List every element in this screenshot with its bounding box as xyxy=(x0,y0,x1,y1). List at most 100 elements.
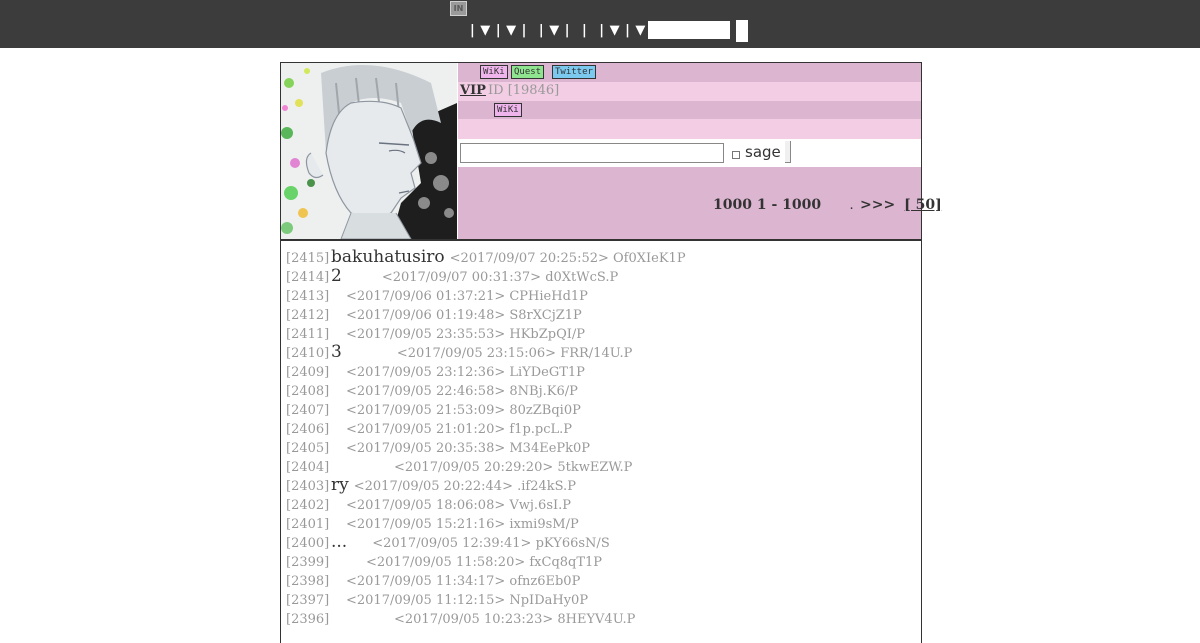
post-number[interactable]: [2407] xyxy=(286,403,331,418)
top-search-button[interactable] xyxy=(736,20,748,42)
nav-dropdown-icon[interactable]: ▼ xyxy=(480,20,490,42)
post-meta: <2017/09/05 11:58:20> fxCq8qT1P xyxy=(366,555,603,570)
post-number[interactable]: [2409] xyxy=(286,365,331,380)
top-search-input[interactable] xyxy=(648,21,730,39)
post-row: [2407] <2017/09/05 21:53:09> 80zZBqi0P xyxy=(286,399,916,418)
post-number[interactable]: [2402] xyxy=(286,498,331,513)
post-meta: <2017/09/05 23:35:53> HKbZpQI/P xyxy=(346,327,586,342)
header-row-spacer xyxy=(458,119,921,139)
post-meta: <2017/09/05 20:22:44> .if24kS.P xyxy=(353,479,576,494)
post-number[interactable]: [2398] xyxy=(286,574,331,589)
post-title[interactable]: bakuhatusiro xyxy=(331,247,445,267)
post-meta: <2017/09/05 11:34:17> ofnz6Eb0P xyxy=(346,574,581,589)
post-title[interactable]: ... xyxy=(331,532,347,552)
wiki-link-badge[interactable]: WiKi xyxy=(480,65,508,79)
last-page-link[interactable]: [ 50] xyxy=(904,197,942,213)
post-number[interactable]: [2413] xyxy=(286,289,331,304)
post-meta: <2017/09/05 23:12:36> LiYDeGT1P xyxy=(346,365,585,380)
header-row-wiki: WiKi xyxy=(458,101,921,119)
post-row: [2410] 3 <2017/09/05 23:15:06> FRR/14U.P xyxy=(286,342,916,362)
post-count: 1000 1 - 1000 xyxy=(713,197,822,213)
post-number[interactable]: [2415] xyxy=(286,251,331,266)
post-title[interactable]: ry xyxy=(331,475,349,495)
post-meta: <2017/09/05 12:39:41> pKY66sN/S xyxy=(372,536,610,551)
post-row: [2396] <2017/09/05 10:23:23> 8HEYV4U.P xyxy=(286,608,916,627)
avatar-image xyxy=(281,63,457,239)
post-meta: <2017/09/05 20:35:38> M34EePk0P xyxy=(346,441,591,456)
post-row: [2402] <2017/09/05 18:06:08> Vwj.6sI.P xyxy=(286,494,916,513)
sage-checkbox[interactable] xyxy=(732,151,740,159)
post-title[interactable]: 2 xyxy=(331,266,342,286)
nav-dropdown-icon[interactable]: ▼ xyxy=(635,20,645,42)
thread-board: WiKi Quest Twitter VIP ID [19846] WiKi s… xyxy=(280,62,942,643)
nav-dropdown-icon[interactable]: ▼ xyxy=(610,20,620,42)
board-name-link[interactable]: VIP xyxy=(460,83,486,98)
post-number[interactable]: [2414] xyxy=(286,270,331,285)
post-meta: <2017/09/05 22:46:58> 8NBj.K6/P xyxy=(346,384,578,399)
nav-separator: | xyxy=(625,23,630,38)
post-row: [2414] 2 <2017/09/07 00:31:37> d0XtWcS.P xyxy=(286,266,916,286)
post-number[interactable]: [2404] xyxy=(286,460,331,475)
post-row: [2412] <2017/09/06 01:19:48> S8rXCjZ1P xyxy=(286,304,916,323)
thread-header-info: WiKi Quest Twitter VIP ID [19846] WiKi s… xyxy=(458,63,942,239)
thread-avatar xyxy=(281,63,457,239)
submit-button[interactable] xyxy=(785,141,791,163)
post-number[interactable]: [2396] xyxy=(286,612,331,627)
pagination: . >>> [ 50] xyxy=(850,197,942,213)
post-number[interactable]: [2408] xyxy=(286,384,331,399)
next-page-link[interactable]: >>> xyxy=(860,197,895,213)
post-meta: <2017/09/05 20:29:20> 5tkwEZW.P xyxy=(394,460,633,475)
post-number[interactable]: [2412] xyxy=(286,308,331,323)
post-meta: <2017/09/05 23:15:06> FRR/14U.P xyxy=(396,346,633,361)
thread-header: WiKi Quest Twitter VIP ID [19846] WiKi s… xyxy=(281,63,942,241)
sage-label: sage xyxy=(745,143,781,161)
post-row: [2401] <2017/09/05 15:21:16> ixmi9sM/P xyxy=(286,513,916,532)
post-row: [2408] <2017/09/05 22:46:58> 8NBj.K6/P xyxy=(286,380,916,399)
post-meta: <2017/09/05 11:12:15> NpIDaHy0P xyxy=(346,593,589,608)
nav-dropdown-icon[interactable]: ▼ xyxy=(506,20,516,42)
post-row: [2400]... <2017/09/05 12:39:41> pKY66sN/S xyxy=(286,532,916,552)
nav-separator: | xyxy=(564,23,570,38)
post-meta: <2017/09/05 21:53:09> 80zZBqi0P xyxy=(346,403,581,418)
post-meta: <2017/09/07 00:31:37> d0XtWcS.P xyxy=(381,270,619,285)
pager-dot: . xyxy=(850,202,854,212)
twitter-link-badge[interactable]: Twitter xyxy=(552,65,596,79)
top-bar: IN | ▼ | ▼ | | ▼ | | | ▼ | ▼ | ▼ | xyxy=(0,0,1200,48)
post-number[interactable]: [2400] xyxy=(286,536,331,551)
post-row: [2398] <2017/09/05 11:34:17> ofnz6Eb0P xyxy=(286,570,916,589)
post-form: sage xyxy=(458,139,921,167)
post-row: [2411] <2017/09/05 23:35:53> HKbZpQI/P xyxy=(286,323,916,342)
post-number[interactable]: [2410] xyxy=(286,346,331,361)
post-row: [2409] <2017/09/05 23:12:36> LiYDeGT1P xyxy=(286,361,916,380)
post-meta: <2017/09/05 18:06:08> Vwj.6sI.P xyxy=(346,498,571,513)
nav-separator: | xyxy=(538,23,544,38)
post-row: [2397] <2017/09/05 11:12:15> NpIDaHy0P xyxy=(286,589,916,608)
post-number[interactable]: [2405] xyxy=(286,441,331,456)
site-logo-icon[interactable]: IN xyxy=(450,1,467,16)
header-row-links: WiKi Quest Twitter xyxy=(458,63,921,82)
post-title[interactable]: 3 xyxy=(331,342,342,362)
wiki-link-badge-secondary[interactable]: WiKi xyxy=(494,103,522,117)
post-meta: <2017/09/05 21:01:20> f1p.pcL.P xyxy=(346,422,573,437)
quest-link-badge[interactable]: Quest xyxy=(511,65,545,79)
header-row-pagination: 1000 1 - 1000 . >>> [ 50] xyxy=(458,167,942,239)
post-number[interactable]: [2403] xyxy=(286,479,331,494)
post-row: [2404] <2017/09/05 20:29:20> 5tkwEZW.P xyxy=(286,456,916,475)
post-row: [2415] bakuhatusiro <2017/09/07 20:25:52> … xyxy=(286,247,916,267)
post-number[interactable]: [2401] xyxy=(286,517,331,532)
post-row: [2403] ry <2017/09/05 20:22:44> .if24kS.P xyxy=(286,475,916,495)
post-meta: <2017/09/06 01:37:21> CPHieHd1P xyxy=(346,289,588,304)
post-row: [2413] <2017/09/06 01:37:21> CPHieHd1P xyxy=(286,285,916,304)
nav-separator: | xyxy=(495,23,501,38)
post-number[interactable]: [2397] xyxy=(286,593,331,608)
post-row: [2405] <2017/09/05 20:35:38> M34EePk0P xyxy=(286,437,916,456)
post-meta: <2017/09/05 10:23:23> 8HEYV4U.P xyxy=(394,612,636,627)
post-number[interactable]: [2411] xyxy=(286,327,331,342)
post-row: [2406] <2017/09/05 21:01:20> f1p.pcL.P xyxy=(286,418,916,437)
nav-dropdown-icon[interactable]: ▼ xyxy=(549,20,559,42)
post-number[interactable]: [2399] xyxy=(286,555,331,570)
nav-separator: | xyxy=(582,23,587,38)
post-number[interactable]: [2406] xyxy=(286,422,331,437)
nav-separator: | xyxy=(470,23,475,38)
message-input[interactable] xyxy=(460,143,724,163)
